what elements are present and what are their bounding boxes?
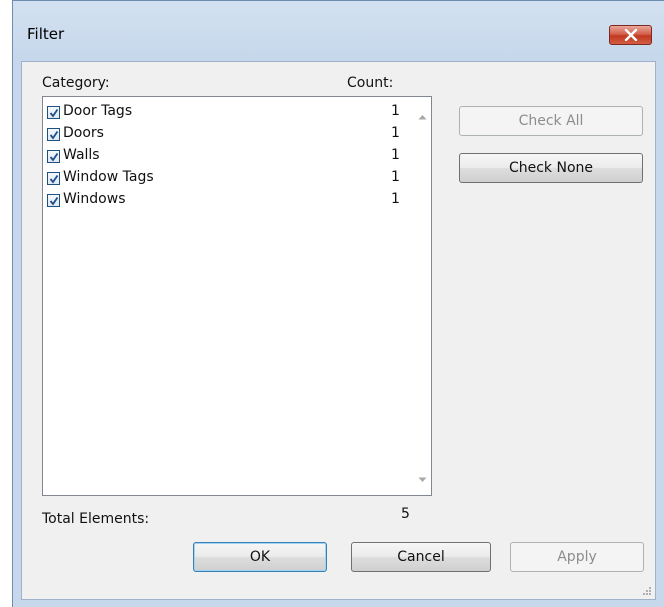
list-item-windows[interactable]: Windows 1 <box>47 190 407 212</box>
scroll-up-arrow-icon[interactable] <box>418 114 427 120</box>
category-name: Window Tags <box>63 169 154 185</box>
close-button[interactable] <box>609 25 652 45</box>
category-name: Door Tags <box>63 103 133 119</box>
windows-checkbox[interactable] <box>47 194 60 207</box>
category-count: 1 <box>391 103 400 119</box>
filter-dialog: Filter Category: Count: Door Tags 1 Door… <box>12 0 664 607</box>
checkmark-icon <box>49 196 59 206</box>
resize-grip-icon[interactable] <box>642 586 652 596</box>
doors-checkbox[interactable] <box>47 128 60 141</box>
window-title: Filter <box>27 25 65 43</box>
window-tags-checkbox[interactable] <box>47 172 60 185</box>
list-item-walls[interactable]: Walls 1 <box>47 146 407 168</box>
check-all-button[interactable]: Check All <box>459 106 643 136</box>
category-list[interactable]: Door Tags 1 Doors 1 Walls 1 Window Tags … <box>42 96 432 496</box>
category-count: 1 <box>391 125 400 141</box>
check-none-button[interactable]: Check None <box>459 153 643 183</box>
category-name: Doors <box>63 125 104 141</box>
checkmark-icon <box>49 152 59 162</box>
walls-checkbox[interactable] <box>47 150 60 163</box>
category-name: Windows <box>63 191 126 207</box>
checkmark-icon <box>49 130 59 140</box>
count-label: Count: <box>347 75 394 91</box>
list-scrollbar[interactable] <box>414 97 431 495</box>
category-count: 1 <box>391 147 400 163</box>
dialog-content: Category: Count: Door Tags 1 Doors 1 Wal… <box>21 61 656 600</box>
total-elements-label: Total Elements: <box>42 511 150 527</box>
list-item-door-tags[interactable]: Door Tags 1 <box>47 102 407 124</box>
category-count: 1 <box>391 191 400 207</box>
category-name: Walls <box>63 147 100 163</box>
cancel-button[interactable]: Cancel <box>351 542 491 572</box>
list-item-doors[interactable]: Doors 1 <box>47 124 407 146</box>
checkmark-icon <box>49 108 59 118</box>
total-elements-value: 5 <box>401 506 410 522</box>
door-tags-checkbox[interactable] <box>47 106 60 119</box>
category-count: 1 <box>391 169 400 185</box>
checkmark-icon <box>49 174 59 184</box>
list-item-window-tags[interactable]: Window Tags 1 <box>47 168 407 190</box>
title-bar[interactable]: Filter <box>13 1 664 61</box>
ok-button[interactable]: OK <box>193 542 327 572</box>
category-label: Category: <box>42 75 110 91</box>
scroll-down-arrow-icon[interactable] <box>418 477 427 483</box>
apply-button[interactable]: Apply <box>510 542 644 572</box>
close-icon <box>624 29 638 41</box>
